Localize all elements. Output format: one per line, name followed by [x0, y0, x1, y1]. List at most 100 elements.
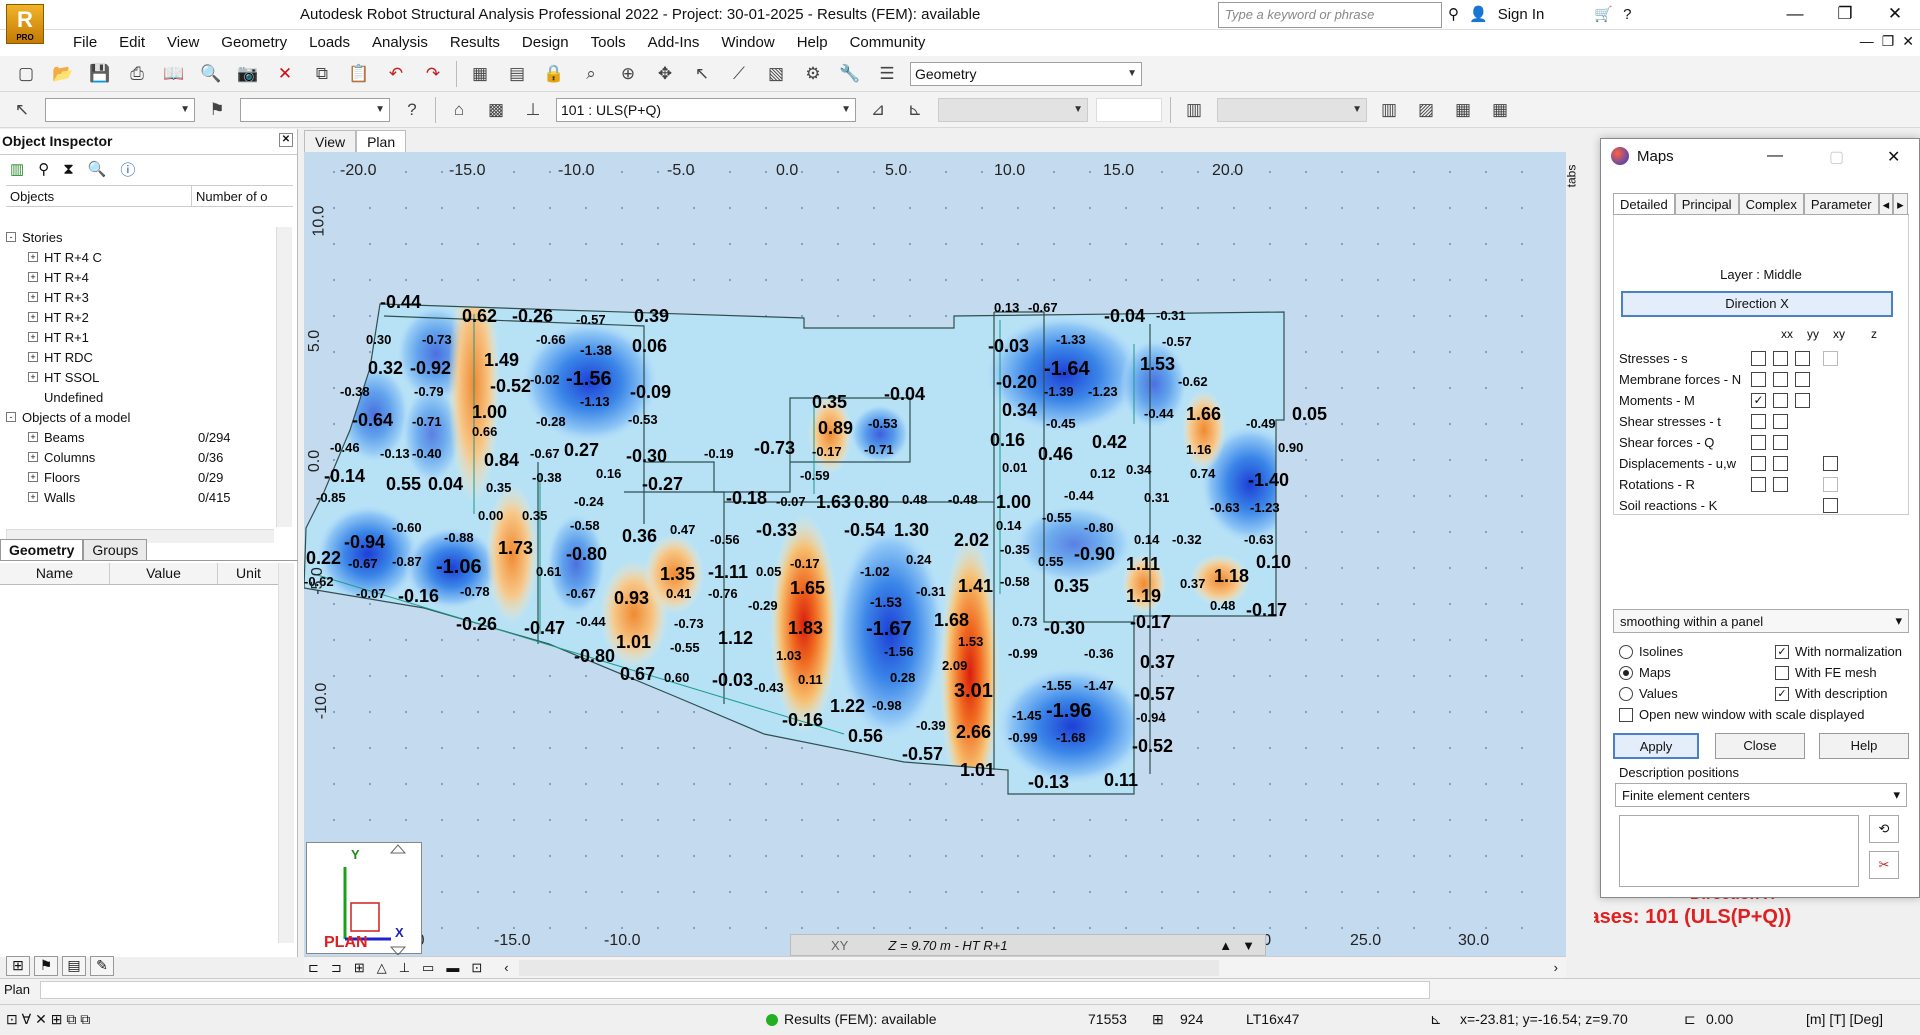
- maps-close-button[interactable]: ✕: [1887, 147, 1900, 167]
- menu-geometry[interactable]: Geometry: [210, 30, 298, 56]
- maps-minimize-button[interactable]: —: [1767, 147, 1783, 165]
- apply-button[interactable]: Apply: [1613, 733, 1699, 759]
- help-icon[interactable]: ?: [1623, 6, 1631, 23]
- menu-window[interactable]: Window: [710, 30, 785, 56]
- zoom-icon[interactable]: ⊕: [614, 60, 642, 88]
- filter-tree-icon[interactable]: ▥: [10, 160, 24, 178]
- map-component-checkbox[interactable]: [1751, 435, 1766, 450]
- bar-selection-icon[interactable]: ⚑: [203, 96, 231, 124]
- flag-icon[interactable]: ⚑: [34, 956, 58, 976]
- view-tool-5-icon[interactable]: ⊥: [399, 960, 410, 976]
- menu-loads[interactable]: Loads: [298, 30, 361, 56]
- maps-maximize-button[interactable]: ▢: [1829, 147, 1844, 167]
- tree-item[interactable]: - Stories: [6, 227, 276, 247]
- tab-plan[interactable]: Plan: [356, 130, 407, 152]
- menu-design[interactable]: Design: [511, 30, 580, 56]
- layout-select[interactable]: Geometry ▼: [910, 61, 1142, 86]
- tab-complex[interactable]: Complex: [1738, 193, 1804, 214]
- coord-down-icon[interactable]: ▼: [1242, 938, 1255, 953]
- tree-item[interactable]: Undefined: [6, 387, 276, 407]
- tree-item[interactable]: + HT SSOL: [6, 367, 276, 387]
- display-icon[interactable]: ▩: [482, 96, 510, 124]
- description-checkbox[interactable]: ✓: [1775, 686, 1789, 701]
- col-objects[interactable]: Objects: [6, 186, 192, 206]
- table-icon[interactable]: ▦: [1449, 96, 1477, 124]
- map-component-checkbox[interactable]: [1751, 372, 1766, 387]
- close-button[interactable]: ✕: [1870, 0, 1920, 30]
- tree-item[interactable]: + HT RDC: [6, 347, 276, 367]
- map-component-checkbox[interactable]: [1773, 372, 1788, 387]
- menu-addins[interactable]: Add-Ins: [637, 30, 711, 56]
- tab-parameter[interactable]: Parameter: [1803, 193, 1879, 214]
- map-component-checkbox[interactable]: [1773, 393, 1788, 408]
- scroll-left-icon[interactable]: ‹: [504, 960, 508, 975]
- expand-icon[interactable]: +: [28, 472, 38, 482]
- menu-results[interactable]: Results: [439, 30, 511, 56]
- col-unit[interactable]: Unit: [218, 563, 280, 584]
- map-component-checkbox[interactable]: [1751, 351, 1766, 366]
- map-component-checkbox[interactable]: [1795, 393, 1810, 408]
- mdi-close-button[interactable]: ✕: [1902, 33, 1914, 50]
- expand-icon[interactable]: +: [28, 432, 38, 442]
- scroll-right-icon[interactable]: ›: [1554, 960, 1558, 975]
- col-number[interactable]: Number of o: [192, 186, 272, 206]
- info-icon[interactable]: ⓘ: [120, 159, 135, 180]
- z-component-checkbox[interactable]: [1823, 477, 1838, 492]
- undo-icon[interactable]: ↶: [382, 60, 410, 88]
- map-component-checkbox[interactable]: [1773, 351, 1788, 366]
- case-next-icon[interactable]: ⊾: [901, 96, 929, 124]
- restore-button[interactable]: ❐: [1820, 0, 1870, 30]
- camera-icon[interactable]: 📷: [234, 60, 262, 88]
- open-icon[interactable]: 📂: [49, 60, 77, 88]
- redo-icon[interactable]: ↷: [419, 60, 447, 88]
- view-hscrollbar[interactable]: [518, 959, 1219, 976]
- pencil-icon[interactable]: ✎: [90, 956, 114, 976]
- map-component-checkbox[interactable]: ✓: [1751, 393, 1766, 408]
- col-name[interactable]: Name: [0, 563, 110, 584]
- help-button[interactable]: Help: [1819, 733, 1909, 759]
- map-component-checkbox[interactable]: [1773, 435, 1788, 450]
- print-icon[interactable]: ⎙: [123, 60, 151, 88]
- menu-edit[interactable]: Edit: [108, 30, 156, 56]
- view-tool-6-icon[interactable]: ▭: [422, 960, 434, 976]
- tree-scrollbar[interactable]: [276, 227, 292, 527]
- load-case-select[interactable]: 101 : ULS(P+Q) ▼: [556, 97, 856, 122]
- tree-item[interactable]: + Beams 0/294: [6, 427, 276, 447]
- lock-icon[interactable]: 🔒: [540, 60, 568, 88]
- story-select[interactable]: ▼: [1217, 97, 1367, 122]
- save-icon[interactable]: 💾: [86, 60, 114, 88]
- description-textbox[interactable]: [1619, 815, 1859, 887]
- search-input[interactable]: Type a keyword or phrase: [1218, 2, 1442, 28]
- command-field[interactable]: [40, 981, 1430, 999]
- normalization-checkbox[interactable]: ✓: [1775, 644, 1789, 659]
- map-component-checkbox[interactable]: [1751, 414, 1766, 429]
- new-window-checkbox[interactable]: [1619, 707, 1633, 722]
- map-component-checkbox[interactable]: [1795, 372, 1810, 387]
- story-icon[interactable]: ▥: [1180, 96, 1208, 124]
- isolines-radio[interactable]: [1619, 644, 1633, 659]
- filter-icon[interactable]: ⚲: [38, 160, 49, 178]
- help-pointer-icon[interactable]: ?: [398, 96, 426, 124]
- inspector-close-button[interactable]: ✕: [279, 133, 293, 147]
- view-tool-1-icon[interactable]: ⊏: [308, 960, 319, 976]
- coord-up-icon[interactable]: ▲: [1219, 938, 1232, 953]
- delete-icon[interactable]: ✕: [271, 60, 299, 88]
- view-tool-2-icon[interactable]: ⊐: [331, 960, 342, 976]
- tree-item[interactable]: + Walls 0/415: [6, 487, 276, 507]
- expand-icon[interactable]: +: [28, 452, 38, 462]
- view-tool-7-icon[interactable]: ▬: [446, 960, 459, 975]
- expand-icon[interactable]: +: [28, 312, 38, 322]
- app-logo[interactable]: R PRO: [6, 4, 44, 44]
- z-component-checkbox[interactable]: [1823, 456, 1838, 471]
- menu-community[interactable]: Community: [839, 30, 937, 56]
- expand-icon[interactable]: +: [28, 252, 38, 262]
- expand-icon[interactable]: +: [28, 352, 38, 362]
- select-icon[interactable]: ↖: [688, 60, 716, 88]
- tab-geometry[interactable]: Geometry: [0, 539, 84, 560]
- mesh-icon[interactable]: ▧: [762, 60, 790, 88]
- user-icon[interactable]: 👤: [1469, 5, 1488, 23]
- layout-icon[interactable]: ☰: [873, 60, 901, 88]
- props-scrollbar[interactable]: [278, 563, 294, 943]
- cursor-icon[interactable]: ↖: [8, 96, 36, 124]
- case-prev-icon[interactable]: ⊿: [864, 96, 892, 124]
